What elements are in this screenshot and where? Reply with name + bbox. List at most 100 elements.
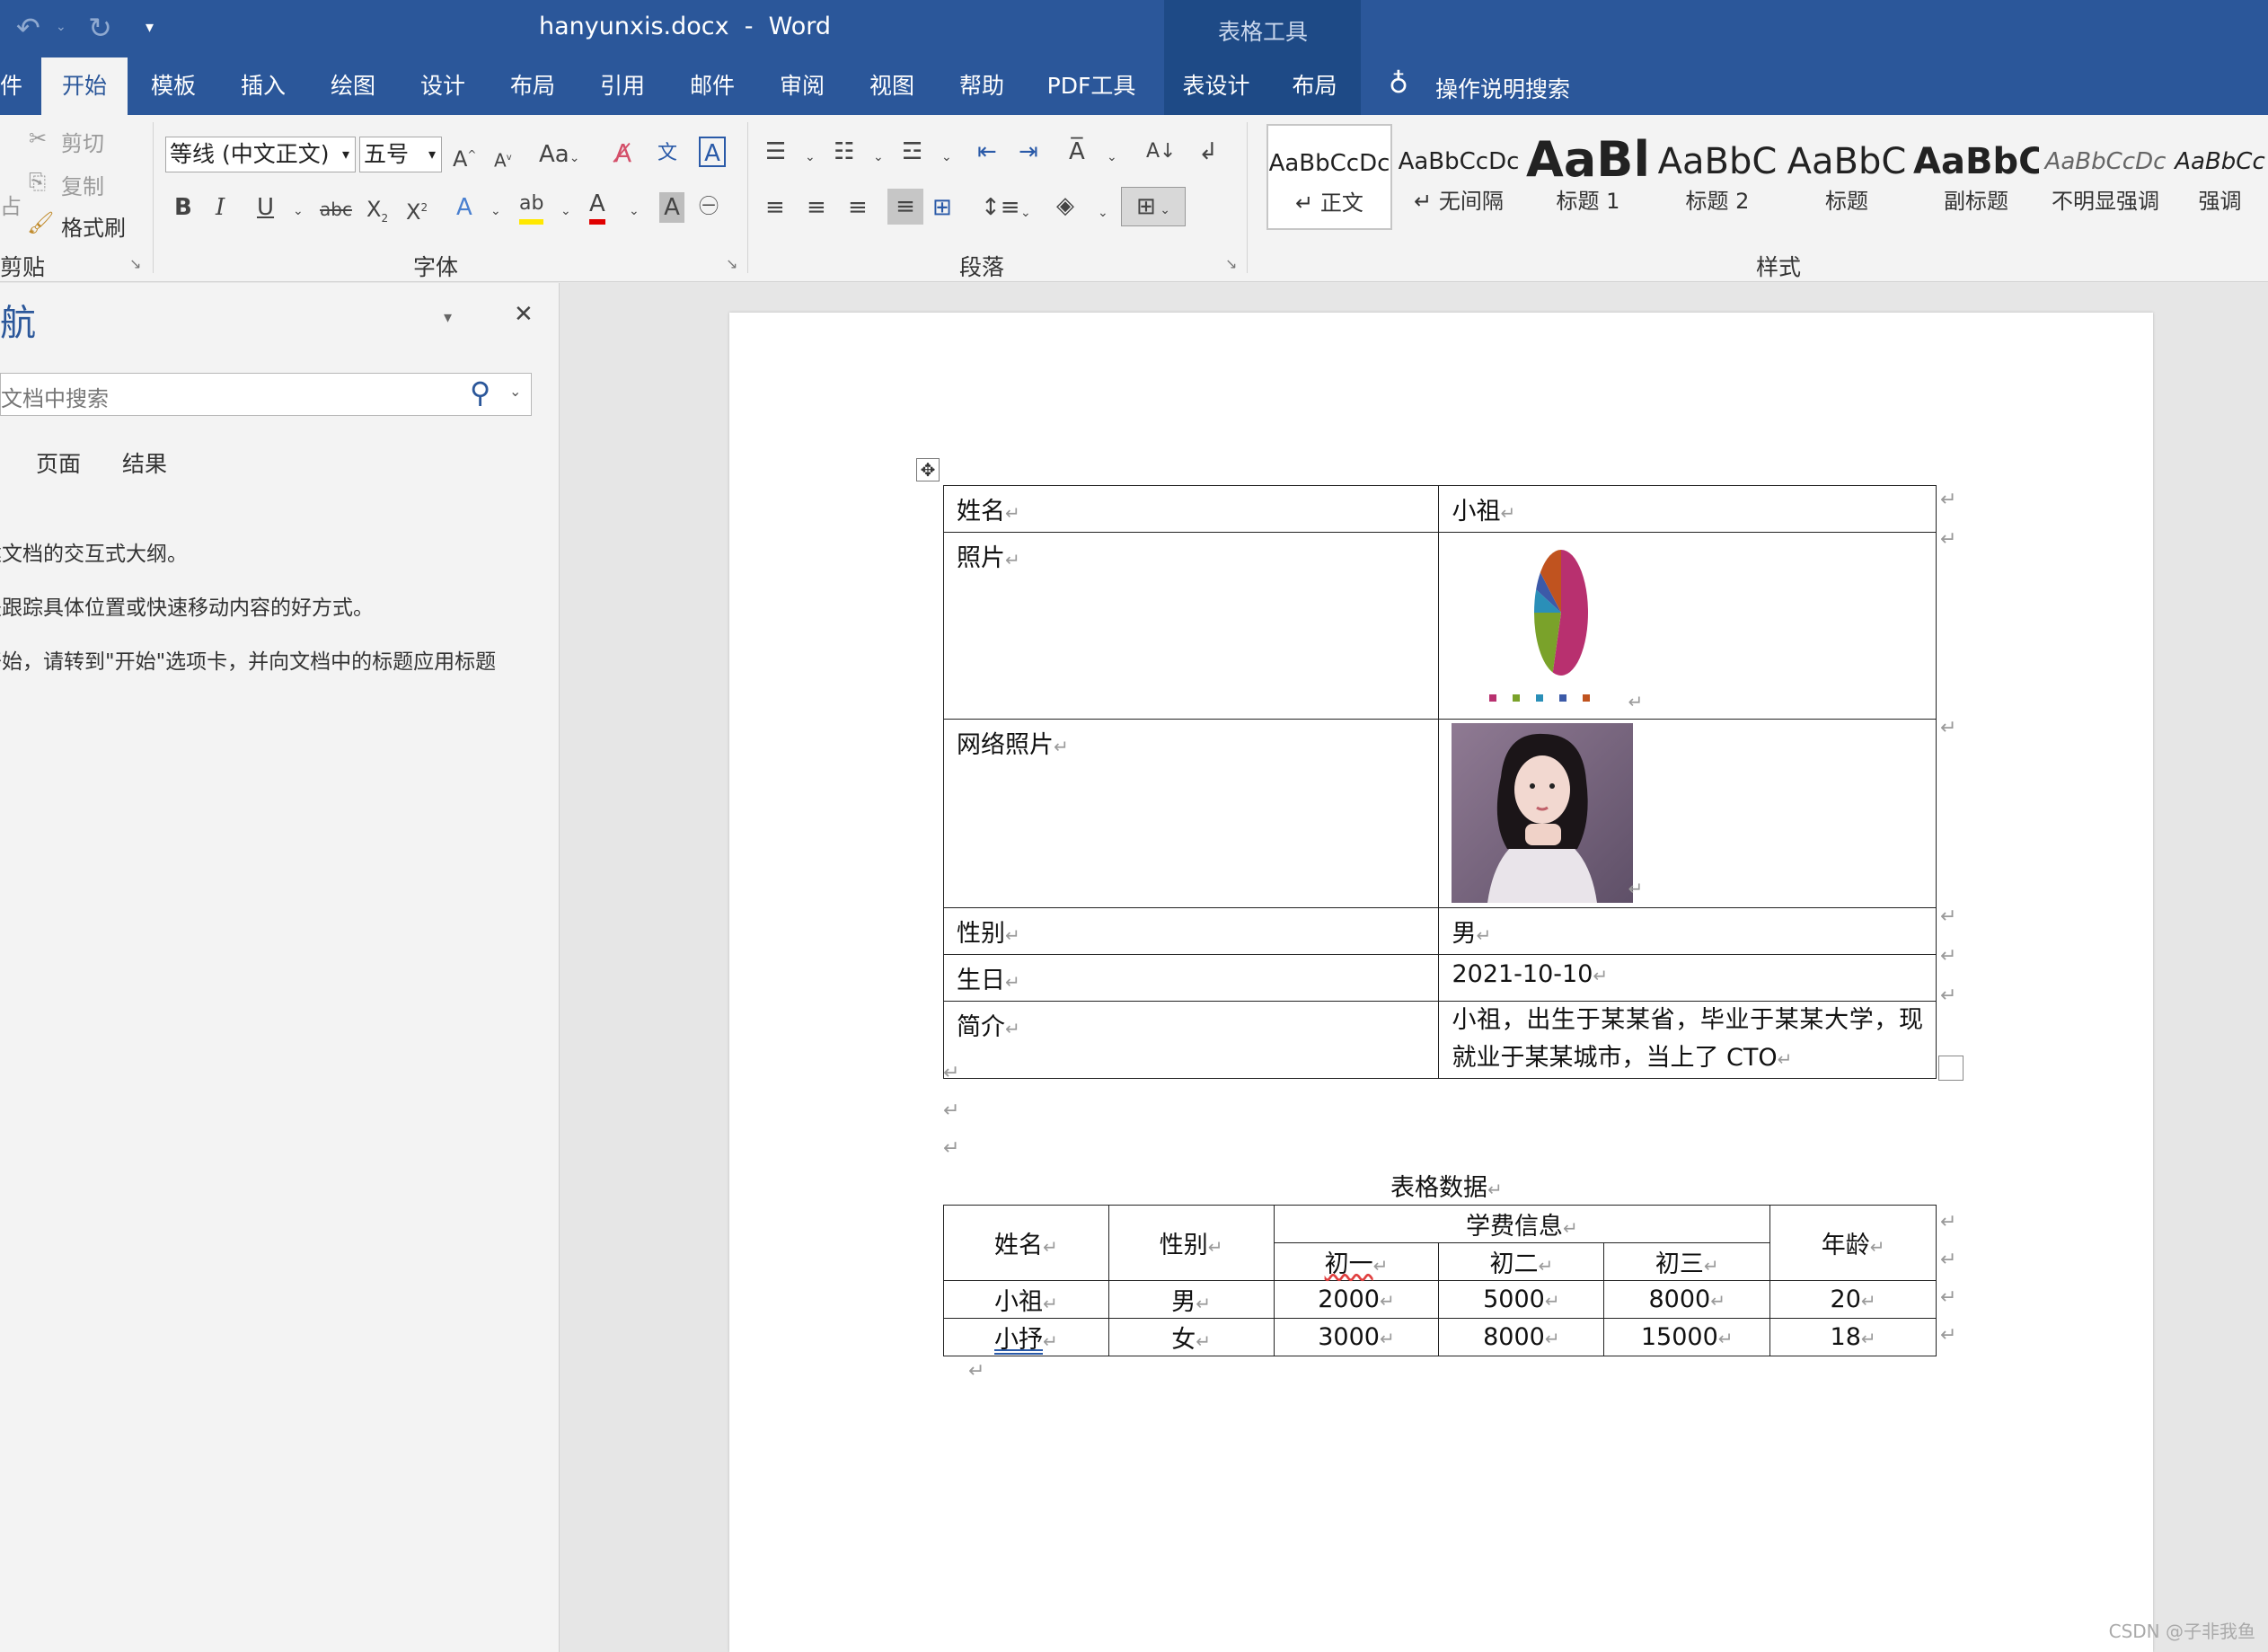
distributed-icon[interactable]: ⊞ [932, 192, 952, 223]
nav-tab-results[interactable]: 结果 [122, 446, 167, 479]
customize-toolbar-icon[interactable]: ▾ [146, 18, 154, 37]
style-heading1[interactable]: AaBl 标题 1 [1525, 124, 1651, 230]
align-right-icon[interactable]: ≡ [848, 192, 868, 223]
row-value[interactable]: 2021-10-10↵ [1438, 954, 1937, 1002]
tab-help[interactable]: 帮助 [952, 57, 1011, 115]
row-value[interactable]: 小祖，出生于某某省，毕业于某某大学，现就业于某某城市，当上了 CTO↵ [1438, 1001, 1937, 1079]
shading-dropdown-icon[interactable]: ⌄ [1098, 198, 1108, 228]
numbering-dropdown-icon[interactable]: ⌄ [873, 142, 884, 172]
tab-pdf-tools[interactable]: PDF工具 [1042, 57, 1141, 115]
cell-age[interactable]: 20↵ [1769, 1280, 1937, 1319]
table-row[interactable]: 网络照片↵ ↵ [942, 719, 1937, 908]
nav-search-input[interactable]: 在文档中搜索 [0, 381, 109, 412]
bullets-dropdown-icon[interactable]: ⌄ [805, 142, 816, 172]
format-painter-button[interactable]: 格式刷 [61, 210, 126, 242]
profile-table[interactable]: 姓名↵ 小祖↵ 照片↵ ↵ 网络照片↵ ↵ 性别↵ 男↵ 生日↵ 2021-10… [942, 485, 1937, 1079]
enclose-characters-icon[interactable]: ㊀ [699, 192, 719, 223]
nav-tab-pages[interactable]: 页面 [36, 446, 81, 479]
tab-view[interactable]: 视图 [862, 57, 922, 115]
paste-label[interactable]: 占 [0, 189, 22, 220]
cell-grade1[interactable]: 3000↵ [1273, 1318, 1440, 1356]
style-emphasis[interactable]: AaBbCc 强调 [2172, 124, 2268, 230]
undo-icon[interactable]: ↶ [16, 11, 40, 45]
cell-gender[interactable]: 男↵ [1108, 1280, 1275, 1319]
clear-formatting-icon[interactable]: A̸ [614, 138, 631, 169]
bold-icon[interactable]: B [174, 192, 192, 223]
table-row[interactable]: 照片↵ ↵ [942, 532, 1937, 720]
copy-button[interactable]: 复制 [61, 169, 104, 200]
tab-draw[interactable]: 绘图 [323, 57, 383, 115]
header-age[interactable]: 年龄↵ [1769, 1205, 1937, 1281]
row-value[interactable]: 男↵ [1438, 907, 1937, 955]
style-subtle-emphasis[interactable]: AaBbCcDc 不明显强调 [2043, 124, 2168, 230]
style-title[interactable]: AaBbC 标题 [1784, 124, 1910, 230]
align-center-icon[interactable]: ≡ [807, 192, 826, 223]
clipboard-launcher-icon[interactable]: ↘ [129, 255, 141, 272]
table-resize-handle[interactable] [1938, 1056, 1964, 1081]
cell-grade1[interactable]: 2000↵ [1273, 1280, 1440, 1319]
row-label[interactable]: 照片↵ [942, 532, 1440, 720]
grow-font-icon[interactable]: A^ [453, 139, 476, 174]
cell-grade2[interactable]: 5000↵ [1438, 1280, 1605, 1319]
decrease-indent-icon[interactable]: ⇤ [977, 137, 997, 167]
header-grade3[interactable]: 初三↵ [1603, 1242, 1771, 1281]
table-row[interactable]: 性别↵ 男↵ [942, 907, 1937, 955]
cell-gender[interactable]: 女↵ [1108, 1318, 1275, 1356]
table-row[interactable]: 生日↵ 2021-10-10↵ [942, 954, 1937, 1002]
style-no-spacing[interactable]: AaBbCcDc ↵ 无间隔 [1396, 124, 1522, 230]
tab-home[interactable]: 开始 [41, 57, 128, 115]
portrait-image[interactable] [1452, 723, 1634, 903]
nav-search-box[interactable]: 在文档中搜索 ⚲ ⌄ [0, 373, 532, 416]
tab-template[interactable]: 模板 [144, 57, 203, 115]
copy-icon[interactable]: ⎘ [29, 169, 46, 194]
text-effects-icon[interactable]: A [456, 192, 472, 223]
header-grade1[interactable]: 初一↵ [1273, 1242, 1440, 1281]
style-heading2[interactable]: AaBbC 标题 2 [1655, 124, 1780, 230]
underline-icon[interactable]: U [257, 192, 274, 223]
character-shading-icon[interactable]: A [659, 192, 684, 223]
tuition-table[interactable]: 姓名↵ 性别↵ 学费信息↵ 年龄↵ 初一↵ 初二↵ 初三↵ 小祖↵ 男↵ 200… [943, 1205, 1937, 1356]
row-label[interactable]: 性别↵ [942, 907, 1440, 955]
cut-icon[interactable]: ✂ [29, 126, 47, 151]
table-row[interactable]: 小抒↵ 女↵ 3000↵ 8000↵ 15000↵ 18↵ [943, 1318, 1937, 1356]
cell-grade3[interactable]: 8000↵ [1603, 1280, 1771, 1319]
search-icon[interactable]: ⚲ [470, 375, 490, 410]
font-color-dropdown-icon[interactable]: ⌄ [629, 196, 640, 226]
subscript-icon[interactable]: X2 [366, 194, 388, 234]
line-spacing-dropdown-icon[interactable]: ⌄ [1020, 198, 1031, 228]
strikethrough-icon[interactable]: abc [320, 194, 352, 225]
header-fee-group[interactable]: 学费信息↵ [1273, 1205, 1771, 1243]
increase-indent-icon[interactable]: ⇥ [1019, 137, 1038, 167]
tab-design[interactable]: 设计 [413, 57, 472, 115]
photo-cell[interactable]: ↵ [1438, 532, 1937, 720]
sort-icon[interactable]: A↓ [1146, 137, 1176, 167]
format-painter-icon[interactable]: 🖌 [27, 210, 54, 235]
tab-file[interactable]: 件 [0, 57, 22, 115]
search-dropdown-icon[interactable]: ⌄ [509, 383, 521, 400]
tab-review[interactable]: 审阅 [772, 57, 832, 115]
text-effects-dropdown-icon[interactable]: ⌄ [490, 196, 501, 226]
phonetic-guide-icon[interactable]: 文 [657, 138, 677, 169]
table-header-row[interactable]: 姓名↵ 性别↵ 学费信息↵ 年龄↵ [943, 1205, 1937, 1281]
font-color-icon[interactable]: A [589, 189, 605, 225]
font-launcher-icon[interactable]: ↘ [726, 255, 737, 272]
highlight-icon[interactable]: ab [519, 189, 544, 225]
table-row[interactable]: 简介↵ 小祖，出生于某某省，毕业于某某大学，现就业于某某城市，当上了 CTO↵ [942, 1001, 1937, 1079]
bullets-icon[interactable]: ☰ [765, 137, 786, 167]
table-move-handle-icon[interactable]: ✥ [916, 458, 940, 481]
numbering-icon[interactable]: ☷ [834, 137, 854, 167]
table-row[interactable]: 姓名↵ 小祖↵ [942, 485, 1937, 533]
superscript-icon[interactable]: X2 [406, 192, 428, 227]
header-gender[interactable]: 性别↵ [1108, 1205, 1275, 1281]
align-left-icon[interactable]: ≡ [765, 192, 785, 223]
network-photo-cell[interactable]: ↵ [1438, 719, 1937, 908]
cell-age[interactable]: 18↵ [1769, 1318, 1937, 1356]
cell-name[interactable]: 小祖↵ [943, 1280, 1109, 1319]
character-border-icon[interactable]: A [699, 137, 726, 167]
shading-icon[interactable]: ◈ [1056, 190, 1074, 221]
highlight-dropdown-icon[interactable]: ⌄ [560, 196, 571, 226]
line-spacing-icon[interactable]: ↕≡ [981, 192, 1020, 223]
change-case-icon[interactable]: Aa⌄ [539, 139, 579, 173]
header-name[interactable]: 姓名↵ [943, 1205, 1109, 1281]
pie-chart-image[interactable] [1471, 536, 1651, 716]
